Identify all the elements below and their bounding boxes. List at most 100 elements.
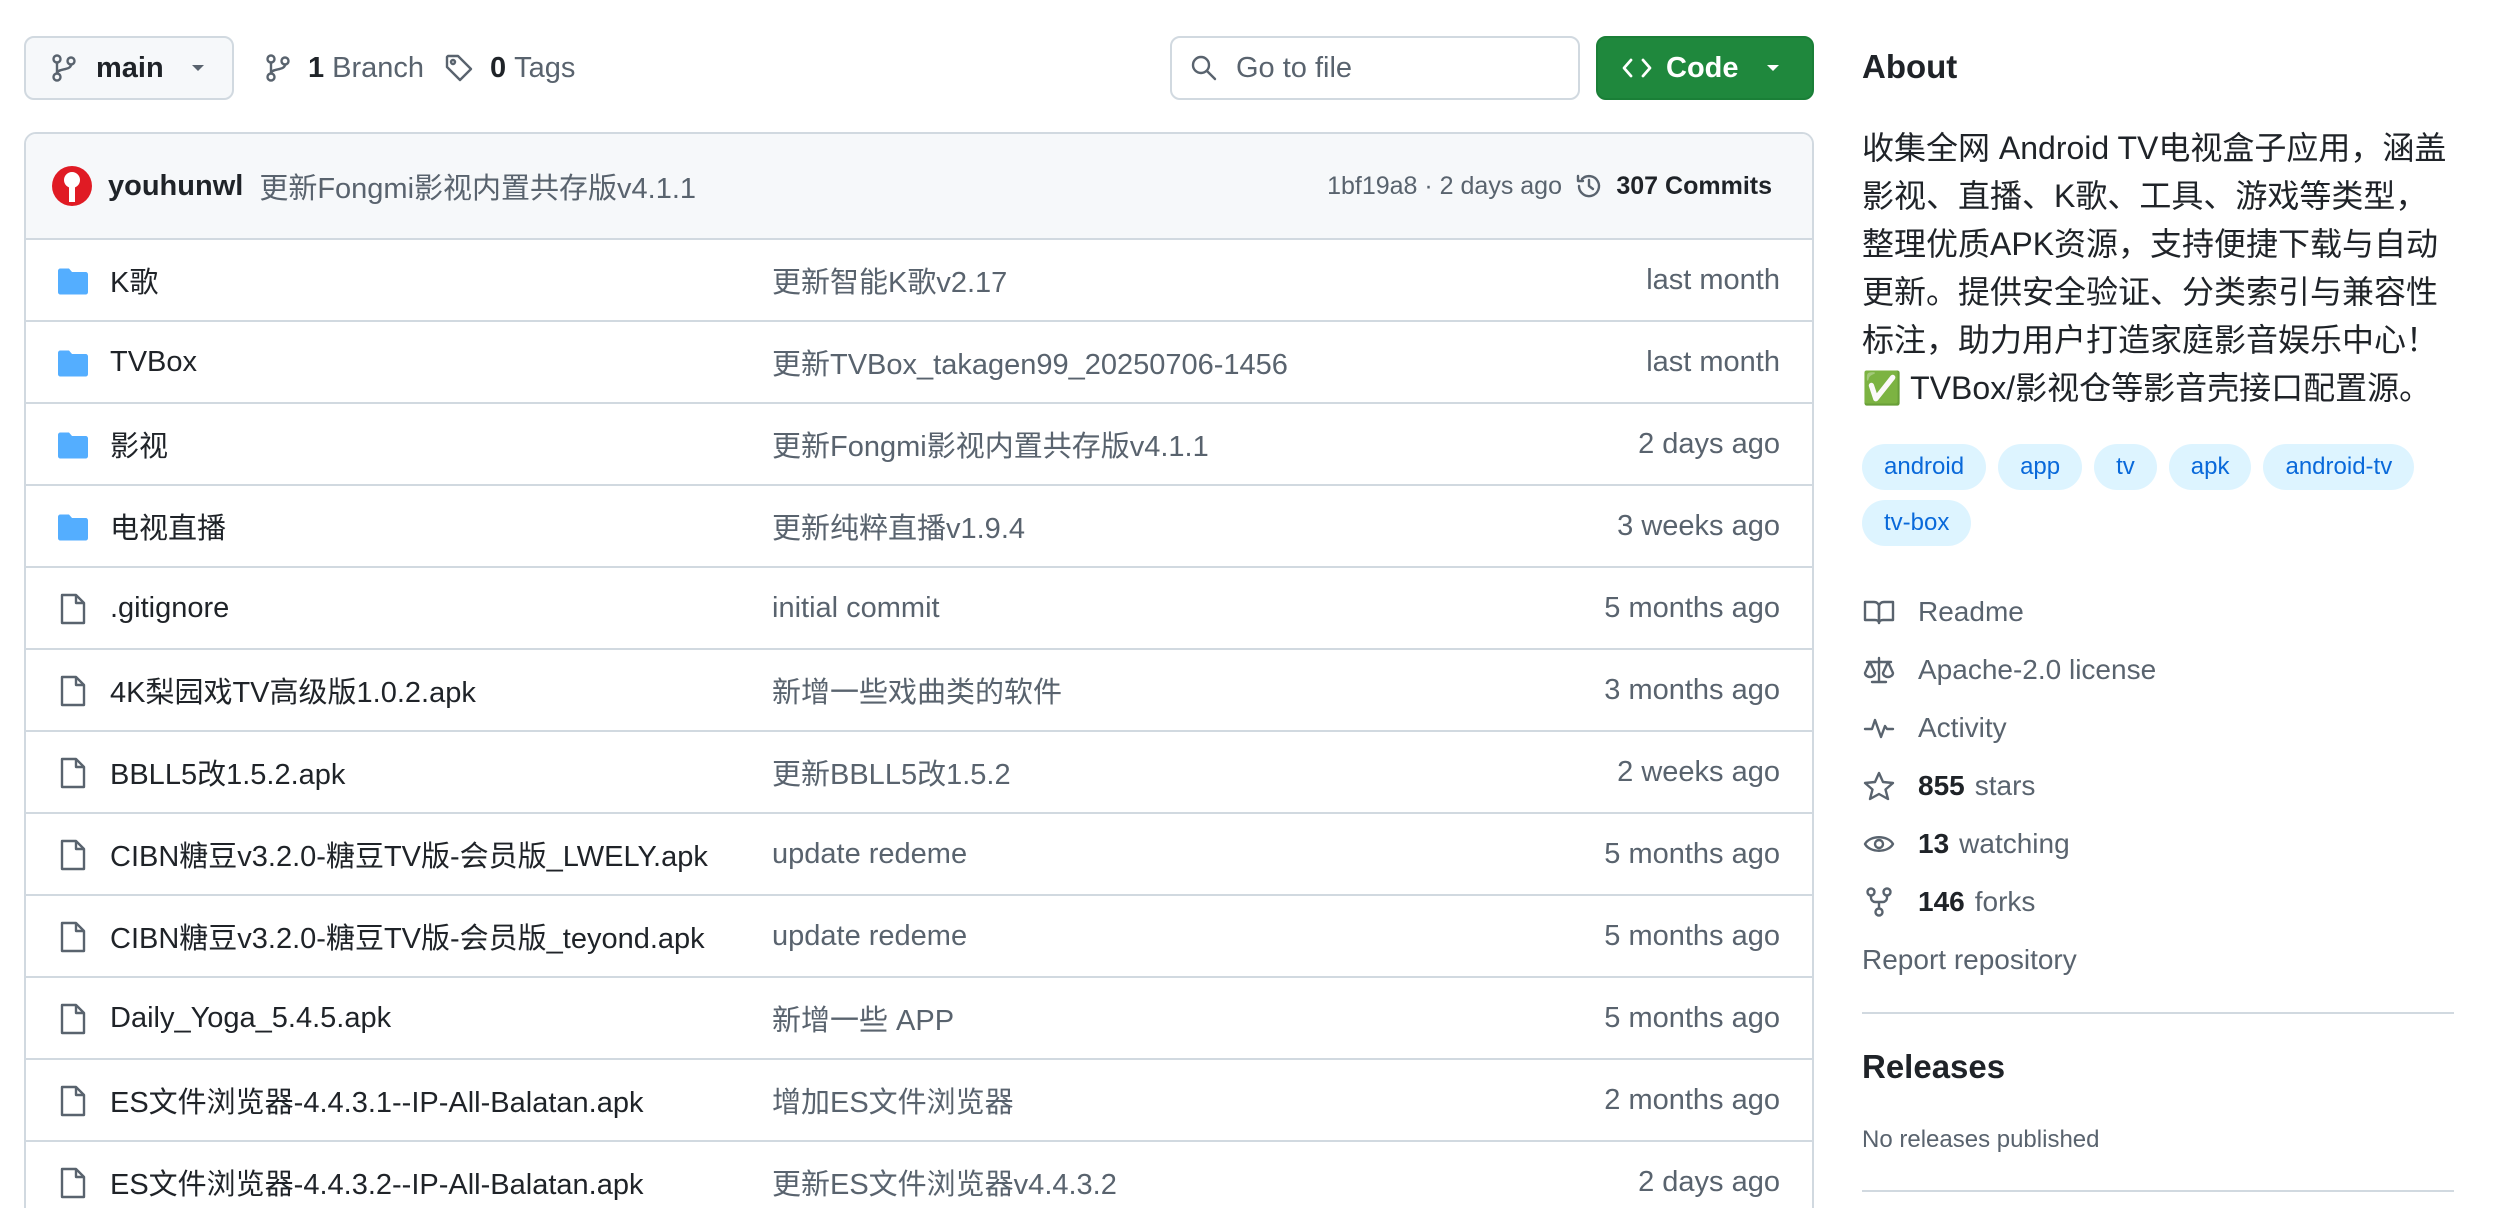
watching-link[interactable]: 13 watching (1862, 824, 2070, 864)
commit-hash-time[interactable]: 1bf19a8 · 2 days ago (1327, 172, 1562, 201)
caret-down-icon (191, 65, 204, 71)
file-row: ES文件浏览器-4.4.3.1--IP-All-Balatan.apk 增加ES文… (26, 1060, 1812, 1142)
forks-count: 146 (1918, 886, 1965, 917)
commit-message[interactable]: 更新Fongmi影视内置共存版v4.1.1 (259, 165, 696, 207)
folder-icon (58, 514, 88, 541)
star-icon (1863, 771, 1895, 801)
releases-heading[interactable]: Releases (1862, 1048, 2005, 1086)
commits-link[interactable]: 307 Commits (1574, 171, 1772, 201)
file-commit-message[interactable]: 新增一些戏曲类的软件 (772, 669, 1062, 711)
avatar[interactable] (52, 166, 92, 206)
about-description-line: 整理优质APK资源，支持便捷下载与自动 (1862, 226, 2439, 262)
about-description-line: 收集全网 Android TV电视盒子应用，涵盖 (1862, 130, 2447, 166)
file-name-link[interactable]: CIBN糖豆v3.2.0-糖豆TV版-会员版_LWELY.apk (110, 833, 708, 875)
repo-toolbar: main 1 Branch 0 Tags Code (24, 36, 1814, 100)
branch-name: main (96, 51, 164, 84)
tags-link[interactable]: 0 Tags (444, 36, 575, 100)
file-commit-age: 5 months ago (1604, 591, 1780, 624)
readme-label: Readme (1918, 596, 2024, 627)
license-link[interactable]: Apache-2.0 license (1862, 650, 2156, 690)
folder-icon (58, 432, 88, 459)
topic-tag[interactable]: android (1862, 444, 1987, 490)
report-repository-link[interactable]: Report repository (1862, 940, 2077, 980)
file-name-link[interactable]: TVBox (110, 346, 197, 379)
file-row: Daily_Yoga_5.4.5.apk 新增一些 APP 5 months ago (26, 978, 1812, 1060)
file-row: ES文件浏览器-4.4.3.2--IP-All-Balatan.apk 更新ES文… (26, 1142, 1812, 1208)
file-name-link[interactable]: ES文件浏览器-4.4.3.1--IP-All-Balatan.apk (110, 1079, 643, 1121)
file-commit-message[interactable]: 更新智能K歌v2.17 (772, 259, 1007, 301)
latest-commit-bar: youhunwl 更新Fongmi影视内置共存版v4.1.1 1bf19a8 ·… (26, 134, 1812, 240)
law-icon (1863, 656, 1895, 684)
file-name-link[interactable]: 影视 (110, 423, 168, 465)
file-icon (60, 675, 86, 707)
file-name-link[interactable]: ES文件浏览器-4.4.3.2--IP-All-Balatan.apk (110, 1161, 643, 1203)
file-commit-age: 2 days ago (1638, 427, 1780, 460)
file-commit-message[interactable]: 更新Fongmi影视内置共存版v4.1.1 (772, 423, 1209, 465)
file-commit-message[interactable]: 更新TVBox_takagen99_20250706-1456 (772, 341, 1288, 383)
topic-list: android app tv apk android-tv tv-box (1862, 444, 2462, 546)
file-commit-message[interactable]: update redeme (772, 838, 967, 871)
report-repository-label: Report repository (1862, 944, 2077, 975)
file-commit-message[interactable]: 更新纯粹直播v1.9.4 (772, 505, 1025, 547)
commit-author[interactable]: youhunwl (108, 170, 243, 203)
file-name-link[interactable]: 电视直播 (110, 505, 226, 547)
topic-tag[interactable]: tv-box (1862, 500, 1972, 546)
file-name-link[interactable]: CIBN糖豆v3.2.0-糖豆TV版-会员版_teyond.apk (110, 915, 705, 957)
stars-count: 855 (1918, 770, 1965, 801)
topic-tag[interactable]: apk (2168, 444, 2252, 490)
file-commit-message[interactable]: 增加ES文件浏览器 (772, 1079, 1014, 1121)
book-icon (1863, 600, 1895, 625)
file-commit-message[interactable]: update redeme (772, 920, 967, 953)
go-to-file-box[interactable] (1170, 36, 1580, 100)
forks-link[interactable]: 146 forks (1862, 882, 2035, 922)
readme-link[interactable]: Readme (1862, 592, 2024, 632)
file-name-link[interactable]: 4K梨园戏TV高级版1.0.2.apk (110, 669, 476, 711)
branches-link[interactable]: 1 Branch (264, 36, 424, 100)
topic-tag[interactable]: app (1998, 444, 2083, 490)
git-branch-icon (52, 54, 76, 82)
activity-link[interactable]: Activity (1862, 708, 2007, 748)
about-heading: About (1862, 48, 1958, 85)
file-commit-age: 5 months ago (1604, 1001, 1780, 1034)
watching-count: 13 (1918, 828, 1950, 859)
file-row: CIBN糖豆v3.2.0-糖豆TV版-会员版_LWELY.apk update r… (26, 814, 1812, 896)
sidebar-divider (1862, 1012, 2454, 1014)
file-commit-message[interactable]: 更新ES文件浏览器v4.4.3.2 (772, 1161, 1117, 1203)
file-commit-age: 2 months ago (1604, 1083, 1780, 1116)
file-table: youhunwl 更新Fongmi影视内置共存版v4.1.1 1bf19a8 ·… (24, 132, 1814, 1208)
file-commit-age: 3 weeks ago (1617, 509, 1780, 542)
topic-tag[interactable]: tv (2094, 444, 2157, 490)
topic-tag[interactable]: android-tv (2263, 444, 2415, 490)
file-commit-message[interactable]: 更新BBLL5改1.5.2 (772, 751, 1011, 793)
license-label: Apache-2.0 license (1918, 654, 2157, 685)
about-description-line: 影视、直播、K歌、工具、游戏等类型， (1862, 178, 2428, 214)
go-to-file-input[interactable] (1236, 51, 1566, 85)
file-commit-age: last month (1646, 345, 1780, 378)
file-list: K歌 更新智能K歌v2.17 last month TVBox 更新TVBox_taka… (26, 240, 1812, 1208)
repo-forked-icon (1866, 887, 1892, 917)
about-description: 收集全网 Android TV电视盒子应用，涵盖 影视、直播、K歌、工具、游戏等… (1862, 124, 2454, 412)
history-icon (1577, 174, 1601, 198)
file-name-link[interactable]: K歌 (110, 259, 158, 301)
code-icon (1622, 58, 1652, 78)
file-icon (60, 1003, 86, 1035)
about-sidebar: About 收集全网 Android TV电视盒子应用，涵盖 影视、直播、K歌、… (1862, 0, 2454, 1208)
file-name-link[interactable]: BBLL5改1.5.2.apk (110, 751, 345, 793)
file-commit-age: 5 months ago (1604, 837, 1780, 870)
file-commit-age: 2 weeks ago (1617, 755, 1780, 788)
file-row: .gitignore initial commit 5 months ago (26, 568, 1812, 650)
sidebar-divider (1862, 1190, 2454, 1192)
file-row: 4K梨园戏TV高级版1.0.2.apk 新增一些戏曲类的软件 3 months ag… (26, 650, 1812, 732)
eye-icon (1863, 836, 1895, 852)
about-description-line: 标注，助力用户打造家庭影音娱乐中心！ (1862, 322, 2439, 358)
stars-link[interactable]: 855 stars (1862, 766, 2035, 806)
file-name-link[interactable]: Daily_Yoga_5.4.5.apk (110, 1002, 391, 1035)
stars-label: stars (1974, 770, 2036, 801)
file-icon (60, 593, 86, 625)
tag-count: 0 (490, 51, 507, 84)
code-button[interactable]: Code (1596, 36, 1814, 100)
file-commit-message[interactable]: 新增一些 APP (772, 997, 954, 1039)
file-name-link[interactable]: .gitignore (110, 592, 229, 625)
file-commit-message[interactable]: initial commit (772, 592, 940, 625)
branch-selector-button[interactable]: main (24, 36, 234, 100)
